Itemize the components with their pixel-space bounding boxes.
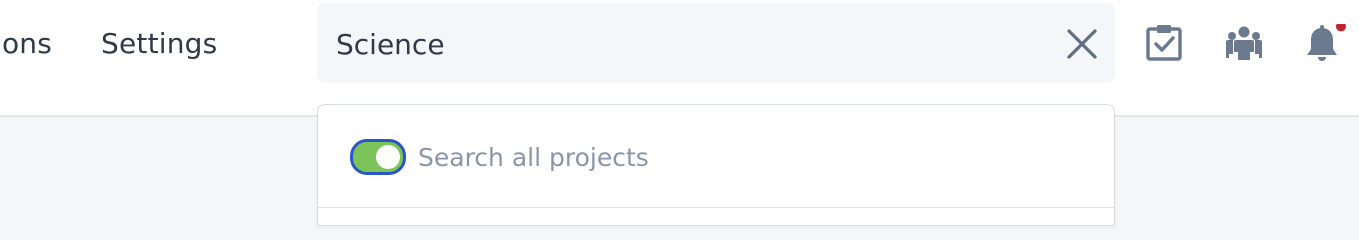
tasks-clipboard-icon xyxy=(1146,25,1182,61)
search-all-projects-toggle[interactable] xyxy=(350,139,406,175)
top-navigation-bar: ions Settings xyxy=(0,0,1359,117)
notifications-button[interactable] xyxy=(1303,21,1346,62)
dropdown-divider xyxy=(318,207,1114,208)
close-icon xyxy=(1067,29,1097,59)
team-icon xyxy=(1226,26,1262,60)
search-bar xyxy=(317,3,1115,83)
team-button[interactable] xyxy=(1225,24,1263,62)
nav-item-partial[interactable]: ions xyxy=(0,27,52,61)
notification-bell-icon xyxy=(1307,21,1346,61)
search-options-dropdown: Search all projects xyxy=(317,104,1115,226)
notification-dot xyxy=(1336,21,1346,32)
tasks-button[interactable] xyxy=(1145,24,1183,62)
toggle-knob xyxy=(376,145,400,169)
search-input[interactable] xyxy=(336,25,1036,63)
clear-search-button[interactable] xyxy=(1065,27,1099,61)
search-all-projects-label: Search all projects xyxy=(418,142,649,172)
search-all-projects-row: Search all projects xyxy=(350,139,649,175)
nav-item-settings[interactable]: Settings xyxy=(101,27,217,61)
